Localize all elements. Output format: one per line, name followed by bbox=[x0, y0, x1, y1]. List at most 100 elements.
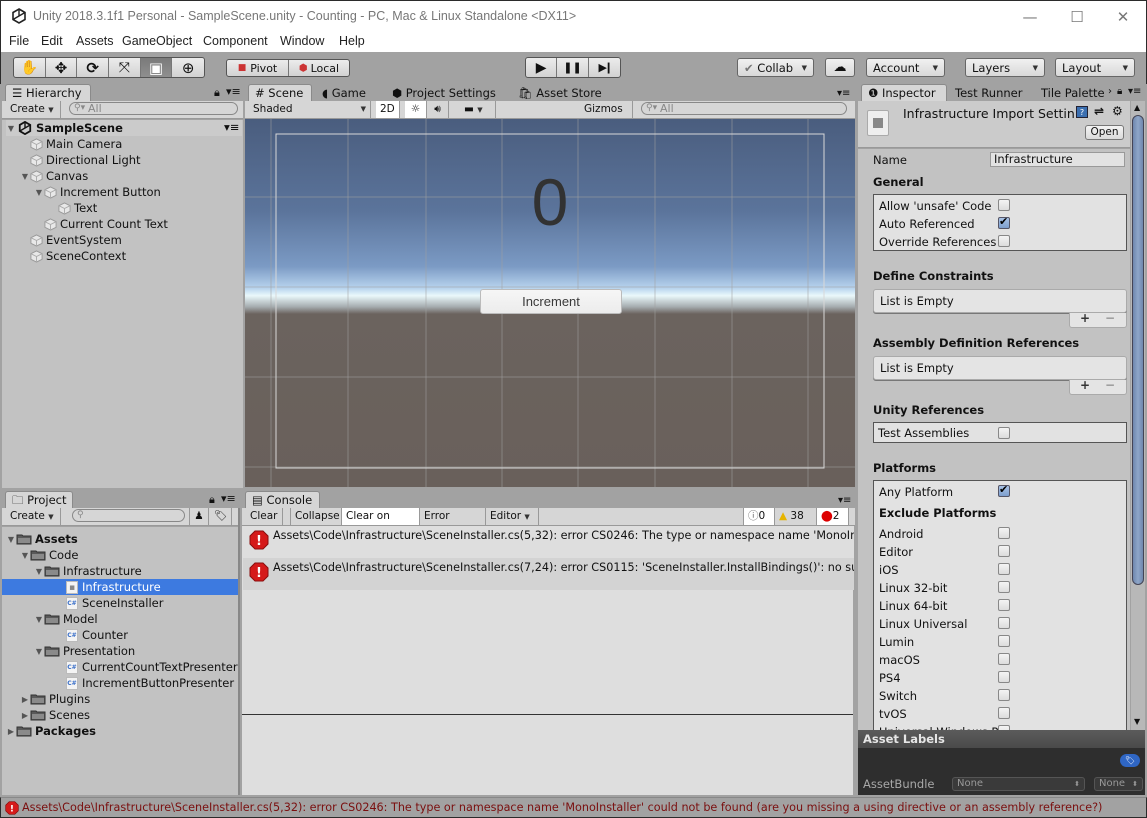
shading-dropdown[interactable]: Shaded ▼ bbox=[249, 101, 371, 118]
expand-arrow-icon[interactable]: ▼ bbox=[20, 172, 30, 181]
label-tag-icon[interactable]: 🏷︎ bbox=[1120, 754, 1140, 767]
2d-toggle[interactable]: 2D bbox=[376, 101, 400, 118]
expand-arrow-icon[interactable]: ▼ bbox=[20, 551, 30, 560]
tab-scene[interactable]: # Scene bbox=[248, 84, 312, 101]
project-item[interactable]: ▼ Presentation bbox=[2, 643, 238, 659]
menu-file[interactable]: File bbox=[9, 34, 29, 48]
clear-button[interactable]: Clear bbox=[246, 508, 283, 525]
project-item[interactable]: ▼ Model bbox=[2, 611, 238, 627]
assetbundle-dropdown[interactable]: None ⬍ bbox=[952, 777, 1085, 791]
platform-exclude-checkbox[interactable] bbox=[998, 563, 1010, 575]
test-assemblies-checkbox[interactable] bbox=[998, 427, 1010, 439]
pause-icon[interactable]: ❚❚ bbox=[557, 58, 589, 77]
info-count-toggle[interactable]: ⓘ0 bbox=[743, 508, 775, 525]
remove-icon[interactable]: − bbox=[1105, 311, 1115, 325]
tab-project-settings[interactable]: ⬢ Project Settings bbox=[385, 84, 503, 101]
variant-dropdown[interactable]: None ⬍ bbox=[1094, 777, 1143, 791]
help-icon[interactable]: ? bbox=[1076, 106, 1088, 118]
hierarchy-item[interactable]: Directional Light bbox=[20, 152, 141, 168]
audio-toggle-icon[interactable]: 🔊︎ bbox=[427, 101, 449, 118]
project-item[interactable]: C# SceneInstaller bbox=[2, 595, 238, 611]
scrollbar-thumb[interactable] bbox=[1132, 115, 1144, 585]
collapse-arrow-icon[interactable]: ▶ bbox=[6, 727, 16, 736]
transform-tool-icon[interactable]: ⊕ bbox=[172, 58, 204, 77]
expand-arrow-icon[interactable]: ▼ bbox=[6, 535, 16, 544]
hierarchy-item[interactable]: Text bbox=[48, 200, 97, 216]
hierarchy-item[interactable]: ▼ Canvas bbox=[20, 168, 88, 184]
hierarchy-item[interactable]: Main Camera bbox=[20, 136, 122, 152]
panel-menu-icon[interactable]: ▾≡ bbox=[226, 85, 241, 98]
project-item[interactable]: ▶ Plugins bbox=[2, 691, 238, 707]
panel-menu-icon[interactable]: ▾≡ bbox=[221, 492, 236, 505]
collab-dropdown[interactable]: ✔ Collab ▼ bbox=[737, 58, 814, 77]
tab-hierarchy[interactable]: ☰ Hierarchy bbox=[5, 84, 91, 101]
tab-inspector[interactable]: ❶ Inspector bbox=[861, 84, 947, 101]
override-references-checkbox[interactable] bbox=[998, 235, 1010, 247]
hierarchy-item[interactable]: ▼ Increment Button bbox=[34, 184, 161, 200]
rect-tool-icon[interactable]: ▣ bbox=[140, 58, 173, 77]
lock-icon[interactable]: 🔒︎ bbox=[1117, 86, 1122, 97]
increment-button[interactable]: Increment bbox=[480, 289, 622, 314]
project-item[interactable]: ▪ Infrastructure bbox=[2, 579, 238, 595]
platform-exclude-checkbox[interactable] bbox=[998, 581, 1010, 593]
scene-search-input[interactable]: ⚲▾ All bbox=[641, 102, 847, 115]
error-count-toggle[interactable]: ⬤2 bbox=[817, 508, 849, 525]
platform-exclude-checkbox[interactable] bbox=[998, 617, 1010, 629]
editor-dropdown[interactable]: Editor ▼ bbox=[486, 508, 539, 525]
create-dropdown[interactable]: Create ▼ bbox=[6, 508, 61, 525]
layers-dropdown[interactable]: Layers ▼ bbox=[965, 58, 1045, 77]
account-dropdown[interactable]: Account ▼ bbox=[866, 58, 945, 77]
menu-component[interactable]: Component bbox=[203, 34, 268, 48]
add-icon[interactable]: + bbox=[1080, 378, 1090, 392]
platform-exclude-checkbox[interactable] bbox=[998, 707, 1010, 719]
project-item[interactable]: ▶ Packages bbox=[2, 723, 238, 739]
project-item[interactable]: ▼ Code bbox=[2, 547, 238, 563]
tab-project[interactable]: 🗀 Project bbox=[5, 491, 73, 508]
auto-referenced-checkbox[interactable] bbox=[998, 215, 1010, 229]
close-button[interactable]: ✕ bbox=[1100, 5, 1146, 29]
platform-exclude-checkbox[interactable] bbox=[998, 635, 1010, 647]
collapse-button[interactable]: Collapse bbox=[290, 508, 342, 525]
collapse-arrow-icon[interactable]: ▶ bbox=[20, 711, 30, 720]
project-item[interactable]: C# IncrementButtonPresenter bbox=[2, 675, 238, 691]
platform-exclude-checkbox[interactable] bbox=[998, 653, 1010, 665]
open-button[interactable]: Open bbox=[1085, 125, 1124, 140]
cloud-button[interactable]: ☁ bbox=[825, 58, 855, 77]
allow-unsafe-checkbox[interactable] bbox=[998, 199, 1010, 211]
panel-menu-icon[interactable]: ▾≡ bbox=[1128, 86, 1141, 97]
panel-menu-icon[interactable]: ▾≡ bbox=[838, 495, 851, 506]
tab-game[interactable]: ◖ Game bbox=[315, 84, 373, 101]
scene-root[interactable]: ▼ SampleScene ▾≡ bbox=[6, 120, 242, 136]
any-platform-checkbox[interactable] bbox=[998, 483, 1010, 497]
project-item[interactable]: ▼ Infrastructure bbox=[2, 563, 238, 579]
project-item[interactable]: C# Counter bbox=[2, 627, 238, 643]
project-item[interactable]: C# CurrentCountTextPresenter bbox=[2, 659, 238, 675]
hierarchy-item[interactable]: EventSystem bbox=[20, 232, 122, 248]
project-item[interactable]: ▶ Scenes bbox=[2, 707, 238, 723]
platform-exclude-checkbox[interactable] bbox=[998, 545, 1010, 557]
preset-icon[interactable]: ⇌ bbox=[1094, 104, 1104, 118]
play-icon[interactable]: ▶ bbox=[526, 58, 558, 77]
project-item[interactable]: ▼ Assets bbox=[2, 531, 238, 547]
tab-console[interactable]: ▤ Console bbox=[245, 491, 320, 508]
asset-labels-header[interactable]: Asset Labels bbox=[858, 730, 1145, 748]
scroll-up-icon[interactable]: ▲ bbox=[1134, 103, 1140, 112]
local-button[interactable]: ⬢ Local bbox=[289, 60, 349, 76]
layout-dropdown[interactable]: Layout ▼ bbox=[1055, 58, 1135, 77]
hierarchy-item[interactable]: Current Count Text bbox=[34, 216, 168, 232]
console-entry[interactable]: ! Assets\Code\Infrastructure\SceneInstal… bbox=[243, 558, 854, 590]
hierarchy-search-input[interactable]: ⚲▾ All bbox=[69, 102, 238, 115]
inspector-scrollbar[interactable]: ▲ ▼ bbox=[1131, 101, 1145, 730]
hierarchy-item[interactable]: SceneContext bbox=[20, 248, 126, 264]
warning-count-toggle[interactable]: ▲ 38 bbox=[775, 508, 817, 525]
console-entry[interactable]: ! Assets\Code\Infrastructure\SceneInstal… bbox=[243, 526, 854, 558]
expand-arrow-icon[interactable]: ▼ bbox=[34, 567, 44, 576]
current-count-text[interactable]: 0 bbox=[500, 169, 600, 235]
remove-icon[interactable]: − bbox=[1105, 378, 1115, 392]
effects-dropdown-icon[interactable]: ▬ ▼ bbox=[460, 101, 496, 118]
minimize-button[interactable]: — bbox=[1007, 5, 1053, 29]
scroll-down-icon[interactable]: ▼ bbox=[1134, 717, 1140, 726]
menu-help[interactable]: Help bbox=[339, 34, 365, 48]
gizmos-dropdown[interactable]: Gizmos ▼ bbox=[580, 101, 633, 131]
expand-arrow-icon[interactable]: ▼ bbox=[6, 124, 16, 133]
